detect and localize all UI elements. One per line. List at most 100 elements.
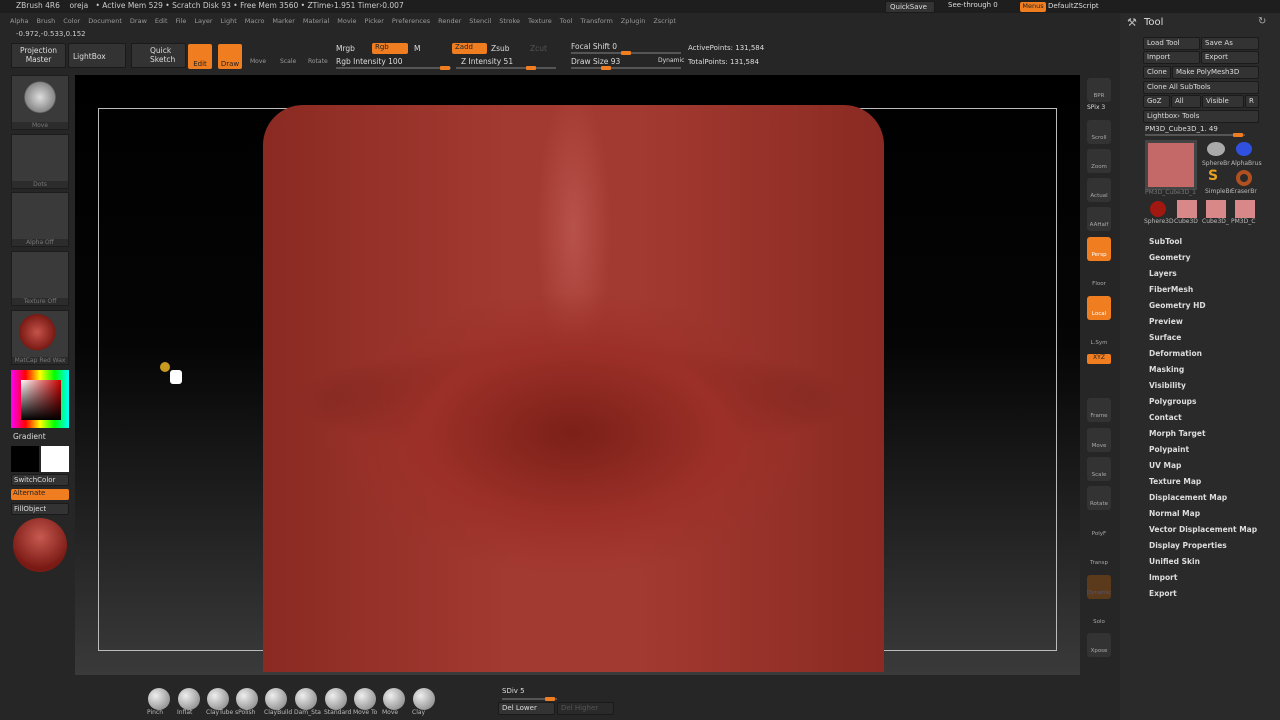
menu-zscript[interactable]: Zscript: [653, 17, 676, 25]
switchcolor-button[interactable]: SwitchColor: [11, 474, 69, 486]
default-zscript-button[interactable]: DefaultZScript: [1048, 2, 1099, 10]
scroll-button[interactable]: Scroll: [1087, 120, 1111, 144]
cube3d-copy-thumb[interactable]: [1206, 200, 1226, 218]
gradient-label[interactable]: Gradient: [13, 432, 46, 441]
del-lower-button[interactable]: Del Lower: [498, 702, 555, 715]
export-button[interactable]: Export: [1201, 51, 1259, 64]
menu-light[interactable]: Light: [221, 17, 237, 25]
menu-document[interactable]: Document: [88, 17, 122, 25]
floor-button[interactable]: Floor: [1087, 266, 1111, 290]
brush-claytube-icon[interactable]: [207, 688, 229, 710]
stroke-selector[interactable]: Dots: [11, 134, 69, 189]
draw-size-slider[interactable]: Draw Size 93: [571, 57, 620, 66]
goz-button[interactable]: GoZ: [1143, 95, 1170, 108]
tool-section-normal-map[interactable]: Normal Map: [1149, 509, 1200, 518]
menu-color[interactable]: Color: [63, 17, 80, 25]
clone-button[interactable]: Clone: [1143, 66, 1171, 79]
menu-stroke[interactable]: Stroke: [499, 17, 520, 25]
frame-button[interactable]: Frame: [1087, 398, 1111, 422]
rotate-button[interactable]: Rotate: [308, 58, 328, 65]
brush-move-to-icon[interactable]: [354, 688, 376, 710]
menu-movie[interactable]: Movie: [337, 17, 356, 25]
current-tool-track[interactable]: [1145, 133, 1245, 137]
sphere3d-thumb[interactable]: [1150, 201, 1166, 217]
brush-move-icon[interactable]: [383, 688, 405, 710]
tool-section-masking[interactable]: Masking: [1149, 365, 1184, 374]
eraserbrush-thumb[interactable]: [1236, 170, 1252, 186]
rgb-intensity-slider[interactable]: Rgb Intensity 100: [336, 57, 402, 66]
current-tool-thumbnail[interactable]: [1145, 140, 1197, 190]
r-button[interactable]: R: [1245, 95, 1259, 108]
brush-selector[interactable]: Move: [11, 75, 69, 130]
mrgb-button[interactable]: Mrgb: [336, 44, 355, 53]
tool-section-displacement-map[interactable]: Displacement Map: [1149, 493, 1227, 502]
tool-section-unified-skin[interactable]: Unified Skin: [1149, 557, 1200, 566]
zsub-button[interactable]: Zsub: [491, 44, 510, 53]
xpose-button[interactable]: Xpose: [1087, 633, 1111, 657]
rgb-button[interactable]: Rgb: [372, 43, 408, 54]
menu-transform[interactable]: Transform: [580, 17, 612, 25]
alpha-selector[interactable]: Alpha Off: [11, 192, 69, 247]
tool-section-layers[interactable]: Layers: [1149, 269, 1177, 278]
z-intensity-slider[interactable]: Z Intensity 51: [461, 57, 513, 66]
move-view-button[interactable]: Move: [1087, 428, 1111, 452]
tool-section-visibility[interactable]: Visibility: [1149, 381, 1186, 390]
menu-layer[interactable]: Layer: [194, 17, 212, 25]
sdiv-slider[interactable]: SDiv 5: [502, 687, 525, 695]
brush-standard-icon[interactable]: [325, 688, 347, 710]
tool-section-deformation[interactable]: Deformation: [1149, 349, 1202, 358]
xyz-button[interactable]: XYZ: [1087, 354, 1111, 364]
spherebrush-thumb[interactable]: [1207, 142, 1225, 156]
alphabrush-thumb[interactable]: [1236, 142, 1252, 156]
local-button[interactable]: Local: [1087, 296, 1111, 320]
bpr-button[interactable]: BPR: [1087, 78, 1111, 102]
quick-sketch-button[interactable]: Quick Sketch: [131, 43, 186, 68]
sdiv-track[interactable]: [502, 697, 557, 701]
lsym-button[interactable]: L.Sym: [1087, 325, 1111, 349]
tool-section-display-properties[interactable]: Display Properties: [1149, 541, 1227, 550]
tool-section-morph-target[interactable]: Morph Target: [1149, 429, 1206, 438]
brush-pinch-icon[interactable]: [148, 688, 170, 710]
brush-dam_sta-icon[interactable]: [295, 688, 317, 710]
visible-button[interactable]: Visible: [1202, 95, 1244, 108]
brush-inflat-icon[interactable]: [178, 688, 200, 710]
menu-edit[interactable]: Edit: [155, 17, 168, 25]
simplebrush-thumb[interactable]: S: [1208, 168, 1218, 184]
menu-alpha[interactable]: Alpha: [10, 17, 28, 25]
current-tool-slider[interactable]: PM3D_Cube3D_1. 49: [1145, 125, 1218, 133]
pm3d-thumb[interactable]: [1235, 200, 1255, 218]
quicksave-button[interactable]: QuickSave: [885, 1, 935, 13]
zcut-button[interactable]: Zcut: [530, 44, 547, 53]
all-button[interactable]: All: [1171, 95, 1201, 108]
menu-picker[interactable]: Picker: [365, 17, 384, 25]
material-selector[interactable]: MatCap Red Wax: [11, 310, 69, 365]
tool-section-uv-map[interactable]: UV Map: [1149, 461, 1181, 470]
polyf-button[interactable]: PolyF: [1087, 516, 1111, 540]
sculpt-mesh-lips[interactable]: [263, 105, 884, 672]
transp-button[interactable]: Transp: [1087, 545, 1111, 569]
tool-section-geometry-hd[interactable]: Geometry HD: [1149, 301, 1206, 310]
brush-spolish-icon[interactable]: [236, 688, 258, 710]
menu-draw[interactable]: Draw: [130, 17, 147, 25]
texture-selector[interactable]: Texture Off: [11, 251, 69, 306]
tool-section-texture-map[interactable]: Texture Map: [1149, 477, 1201, 486]
del-higher-button[interactable]: Del Higher: [557, 702, 614, 715]
lightbox-button[interactable]: LightBox: [68, 43, 126, 68]
draw-size-track[interactable]: [571, 66, 681, 70]
tool-section-polypaint[interactable]: Polypaint: [1149, 445, 1189, 454]
menu-tool[interactable]: Tool: [560, 17, 573, 25]
save-as-button[interactable]: Save As: [1201, 37, 1259, 50]
aahalf-button[interactable]: AAHalf: [1087, 207, 1111, 231]
load-tool-button[interactable]: Load Tool: [1143, 37, 1200, 50]
fill-color-sphere[interactable]: [13, 518, 67, 572]
fillobject-button[interactable]: FillObject: [11, 503, 69, 515]
menu-marker[interactable]: Marker: [272, 17, 294, 25]
menu-texture[interactable]: Texture: [528, 17, 552, 25]
tool-section-contact[interactable]: Contact: [1149, 413, 1182, 422]
menu-stencil[interactable]: Stencil: [469, 17, 491, 25]
draw-button[interactable]: Draw: [218, 44, 242, 69]
zadd-button[interactable]: Zadd: [452, 43, 487, 54]
tool-section-vector-displacement-map[interactable]: Vector Displacement Map: [1149, 525, 1257, 534]
scale-view-button[interactable]: Scale: [1087, 457, 1111, 481]
secondary-color-swatch[interactable]: [41, 446, 69, 472]
